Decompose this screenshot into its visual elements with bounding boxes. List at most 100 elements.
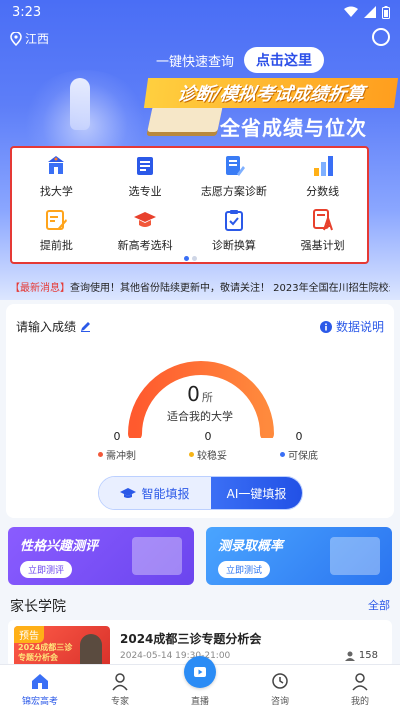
profile-icon [352, 673, 368, 691]
course-title: 2024成都三诊专题分析会 [120, 632, 262, 646]
admission-probability-banner[interactable]: 测录取概率 立即测试 [206, 527, 392, 585]
tab-consult[interactable]: 咨询 [240, 665, 320, 712]
start-test-button[interactable]: 立即测试 [218, 561, 271, 578]
category-count: 0 [113, 430, 121, 443]
function-grid: 找大学 选专业 志愿方案诊断 分数线 提前批 新高考选科 诊断换算 强基计划 [10, 146, 369, 264]
person-icon [344, 651, 355, 661]
tab-expert[interactable]: 专家 [80, 665, 160, 712]
clipboard-check-icon [224, 210, 243, 231]
promo-title: 性格兴趣测评 [20, 539, 99, 554]
category-count: 0 [295, 430, 303, 443]
func-label: 选专业 [128, 185, 162, 198]
graduation-cap-icon [120, 488, 137, 498]
score-card: 请输入成绩 数据说明 0所 适合我的大学 0 需冲刺 0 较稳妥 0 可保底 智… [6, 304, 394, 518]
category-stats: 0 需冲刺 0 较稳妥 0 可保底 [98, 430, 318, 462]
news-ticker[interactable]: 【最新消息】 查询使用！其他省份陆续更新中，敬请关注！ 2023年全国在川招生院… [10, 276, 390, 296]
matched-count: 0所 [6, 382, 394, 406]
matched-count-value: 0 [187, 382, 200, 406]
status-dot [280, 452, 285, 457]
page-indicator [184, 256, 197, 261]
category-label: 可保底 [288, 451, 318, 462]
func-diagnosis-convert[interactable]: 诊断换算 [190, 206, 279, 256]
consult-icon [272, 673, 288, 689]
func-subject-selection[interactable]: 新高考选科 [101, 206, 190, 256]
news-tag: 【最新消息】 [10, 282, 70, 294]
status-bar: 3:23 [0, 0, 400, 24]
view-all-link[interactable]: 全部 [368, 597, 390, 613]
func-label: 新高考选科 [117, 239, 173, 252]
personality-test-banner[interactable]: 性格兴趣测评 立即测评 [8, 527, 194, 585]
preview-badge: 预告 [14, 626, 44, 643]
fill-mode-switch: 智能填报 AI一键填报 [98, 476, 303, 510]
category-label: 较稳妥 [197, 451, 227, 462]
category-count: 0 [204, 430, 212, 443]
tab-label: 直播 [190, 697, 209, 707]
func-early-batch[interactable]: 提前批 [12, 206, 101, 256]
wifi-icon [344, 6, 358, 17]
customer-service-icon[interactable] [372, 28, 390, 46]
news-text: 查询使用！其他省份陆续更新中，敬请关注！ 2023年全国在川招生院校录取 [70, 282, 390, 294]
status-time: 3:23 [12, 4, 42, 20]
file-pen-icon [312, 209, 333, 231]
tab-home[interactable]: 锦宏高考 [0, 665, 80, 712]
view-count: 158 [344, 650, 378, 661]
document-edit-icon [225, 156, 245, 176]
func-label: 诊断换算 [211, 239, 256, 252]
func-label: 志愿方案诊断 [200, 185, 267, 198]
start-test-button[interactable]: 立即测评 [20, 561, 73, 578]
location-pin-icon [10, 31, 22, 46]
hero-headline: 诊断/模拟考试成绩折算 [143, 78, 399, 108]
speaker-image [80, 634, 102, 668]
thumbnail-text: 2024成都三诊专题分析会 [18, 643, 73, 662]
enter-score-label: 请输入成绩 [16, 320, 77, 334]
func-find-university[interactable]: 找大学 [12, 152, 101, 202]
section-title: 家长学院 [10, 599, 66, 615]
battery-icon [382, 5, 390, 19]
course-time: 2024-05-14 19:30-21:00 [120, 651, 231, 661]
expert-icon [112, 673, 128, 691]
signal-icon [364, 6, 376, 18]
func-choose-major[interactable]: 选专业 [101, 152, 190, 202]
system-icons [344, 5, 390, 19]
enter-score-link[interactable]: 请输入成绩 [16, 318, 91, 335]
chart-illustration [330, 537, 380, 575]
university-icon [48, 156, 65, 174]
location-label: 江西 [25, 32, 50, 46]
func-label: 提前批 [39, 239, 73, 252]
tab-label: 我的 [350, 697, 369, 707]
form-edit-icon [46, 210, 68, 230]
promo-title: 测录取概率 [218, 539, 284, 554]
click-here-button[interactable]: 点击这里 [244, 47, 324, 73]
edit-pencil-icon [81, 322, 91, 332]
book-icon [137, 157, 154, 175]
func-plan-diagnosis[interactable]: 志愿方案诊断 [190, 152, 279, 202]
info-icon [319, 320, 332, 333]
matched-count-unit: 所 [201, 391, 213, 404]
smart-fill-label: 智能填报 [141, 486, 190, 501]
func-strong-base[interactable]: 强基计划 [278, 206, 367, 256]
ai-fill-button[interactable]: AI一键填报 [211, 477, 302, 509]
category-safe: 0 可保底 [280, 430, 318, 462]
category-stable: 0 较稳妥 [189, 430, 227, 462]
chart-illustration [132, 537, 182, 575]
func-label: 分数线 [306, 185, 340, 198]
category-reach: 0 需冲刺 [98, 430, 136, 462]
course-thumbnail: 预告 2024成都三诊专题分析会 [14, 626, 110, 668]
data-explanation-link[interactable]: 数据说明 [319, 318, 384, 335]
smart-fill-button[interactable]: 智能填报 [99, 477, 211, 509]
tab-label: 专家 [110, 697, 129, 707]
matched-caption: 适合我的大学 [167, 410, 233, 423]
hero-subtitle: 一键快速查询 [156, 55, 235, 70]
graduation-cap-icon [134, 212, 157, 227]
location-selector[interactable]: 江西 [10, 30, 49, 47]
tab-label: 咨询 [270, 697, 289, 707]
tab-label: 锦宏高考 [21, 697, 58, 707]
hand-illustration [70, 78, 90, 130]
status-dot [98, 452, 103, 457]
play-icon [194, 667, 206, 677]
data-explanation-label: 数据说明 [335, 320, 384, 334]
live-button[interactable] [184, 656, 216, 688]
hero-tagline: 全省成绩与位次 [220, 116, 367, 140]
tab-mine[interactable]: 我的 [320, 665, 400, 712]
func-score-line[interactable]: 分数线 [278, 152, 367, 202]
